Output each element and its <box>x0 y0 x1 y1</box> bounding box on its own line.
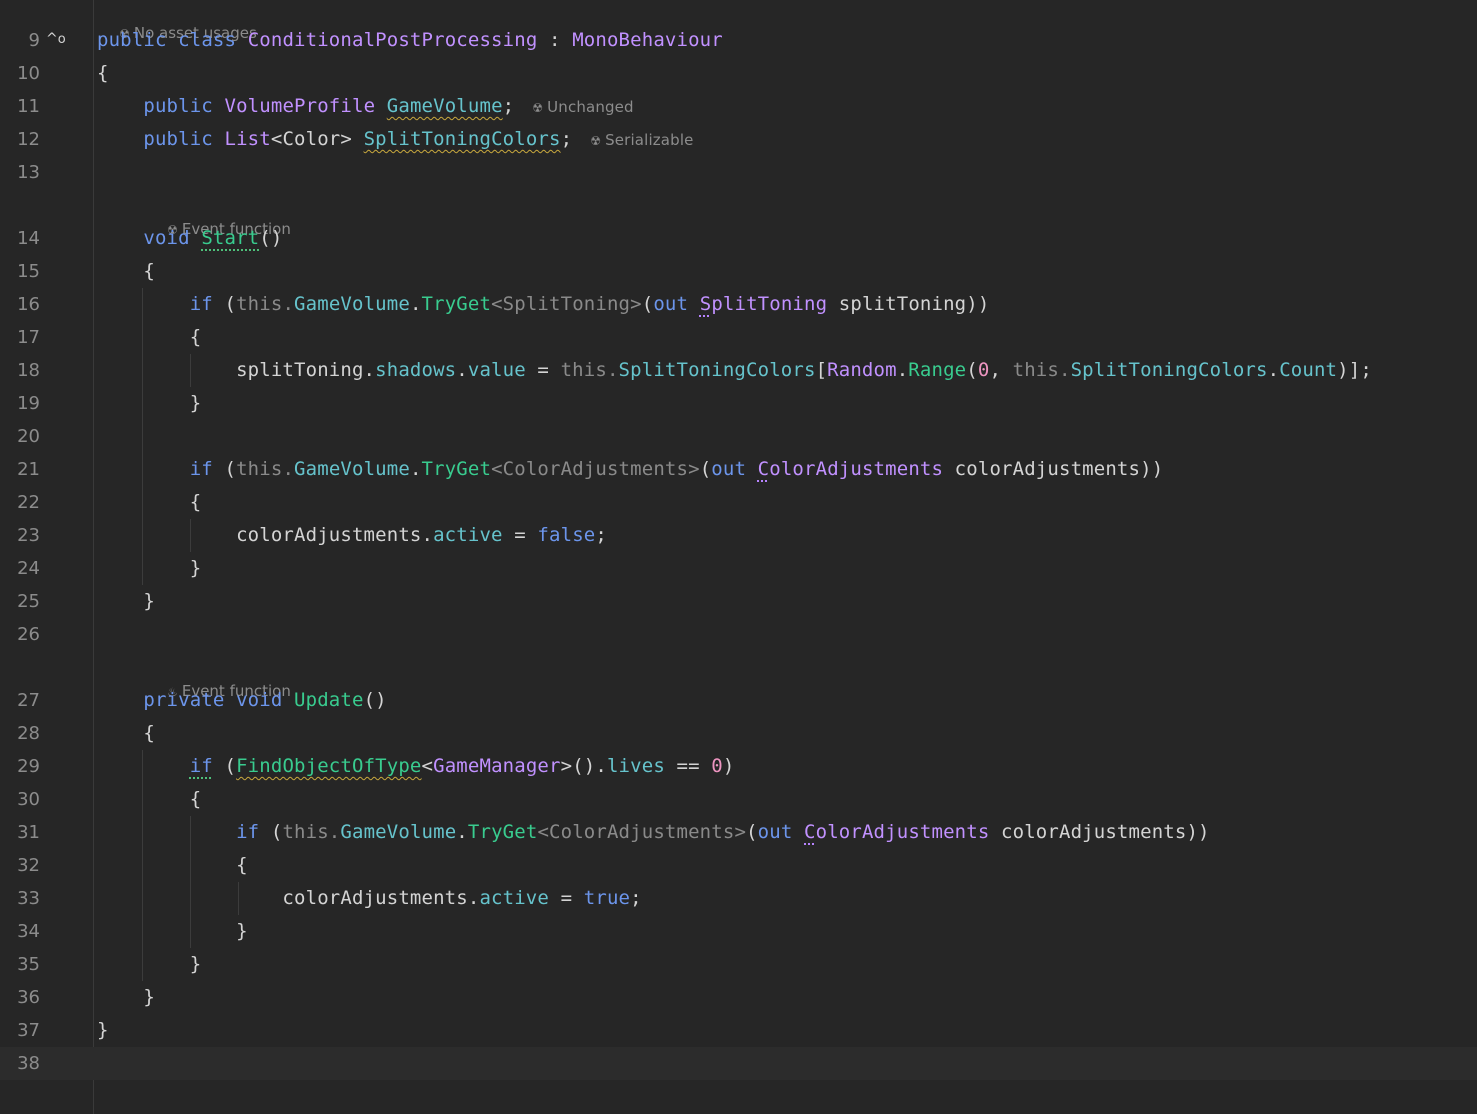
code-line[interactable]: 11 public VolumeProfile GameVolume; ☢ Unch… <box>0 90 1477 123</box>
code-line[interactable]: 29 if (FindObjectOfType<GameManager>().l… <box>0 750 1477 783</box>
line-number: 23 <box>17 525 40 546</box>
line-number: 10 <box>17 63 40 84</box>
line-number: 24 <box>17 558 40 579</box>
line-number: 31 <box>17 822 40 843</box>
code-line[interactable]: 33 colorAdjustments.active = true; <box>0 882 1477 915</box>
event-function-hint[interactable]: ♨ Event function <box>148 658 291 700</box>
code-text: if (this.GameVolume.TryGet<ColorAdjustme… <box>189 458 1164 480</box>
code-text: if (this.GameVolume.TryGet<ColorAdjustme… <box>236 821 1210 843</box>
code-line[interactable]: 30 { <box>0 783 1477 816</box>
line-number: 35 <box>17 954 40 975</box>
code-line[interactable]: 27 private void Update() <box>0 684 1477 717</box>
code-text: { <box>97 722 155 744</box>
line-number: 27 <box>17 690 40 711</box>
code-line[interactable]: 19 } <box>0 387 1477 420</box>
line-number: 38 <box>17 1053 40 1074</box>
line-number: 28 <box>17 723 40 744</box>
asset-usages-hint[interactable]: ☢ No asset usages <box>100 0 257 42</box>
code-line[interactable]: 21 if (this.GameVolume.TryGet<ColorAdjus… <box>0 453 1477 486</box>
line-number: 30 <box>17 789 40 810</box>
code-line[interactable]: 13 <box>0 156 1477 189</box>
line-number: 14 <box>17 228 40 249</box>
line-number: 34 <box>17 921 40 942</box>
unity-icon: ☢ <box>590 134 602 148</box>
code-text: } <box>97 590 155 612</box>
serializable-hint[interactable]: ☢ Serializable <box>590 131 693 149</box>
code-text: { <box>97 491 202 513</box>
line-number: 32 <box>17 855 40 876</box>
code-line-current[interactable]: 38 <box>0 1047 1477 1080</box>
code-line[interactable]: 10 { <box>0 57 1477 90</box>
code-text: public class ConditionalPostProcessing :… <box>97 29 723 51</box>
line-number: 13 <box>17 162 40 183</box>
code-text: } <box>97 392 202 414</box>
code-text: public VolumeProfile GameVolume; ☢ Unchang… <box>143 95 634 117</box>
code-line[interactable]: 36 } <box>0 981 1477 1014</box>
code-line[interactable]: 35 } <box>0 948 1477 981</box>
code-text: private void Update() <box>143 689 387 711</box>
code-line[interactable]: 28 { <box>0 717 1477 750</box>
code-text: } <box>97 953 202 975</box>
line-number: 17 <box>17 327 40 348</box>
unity-icon: ☢ <box>532 101 544 115</box>
code-line[interactable]: 24 } <box>0 552 1477 585</box>
code-text: { <box>97 326 202 348</box>
code-line[interactable]: 25 } <box>0 585 1477 618</box>
unchanged-hint[interactable]: ☢ Unchanged <box>532 98 633 116</box>
event-function-hint[interactable]: ☢ Event function <box>148 196 291 238</box>
line-number: 26 <box>17 624 40 645</box>
code-text: { <box>97 260 155 282</box>
code-text: } <box>97 557 202 579</box>
code-line[interactable]: 37 } <box>0 1014 1477 1047</box>
line-number: 29 <box>17 756 40 777</box>
code-line[interactable]: 9 public class ConditionalPostProcessing… <box>0 24 1477 57</box>
code-text: colorAdjustments.active = true; <box>97 887 642 909</box>
code-text: { <box>97 62 109 84</box>
line-number: 11 <box>17 96 40 117</box>
line-number: 12 <box>17 129 40 150</box>
line-number: 15 <box>17 261 40 282</box>
code-line[interactable]: 12 public List<Color> SplitToningColors;… <box>0 123 1477 156</box>
code-text: } <box>97 920 248 942</box>
code-text: colorAdjustments.active = false; <box>97 524 607 546</box>
line-number: 16 <box>17 294 40 315</box>
code-text: void Start() <box>143 227 283 249</box>
code-line[interactable]: 20 <box>0 420 1477 453</box>
code-text: if (FindObjectOfType<GameManager>().live… <box>189 755 735 777</box>
code-line[interactable]: 31 if (this.GameVolume.TryGet<ColorAdjus… <box>0 816 1477 849</box>
code-text: } <box>97 986 155 1008</box>
code-editor[interactable]: ☢ No asset usages ^o 9 public class Condi… <box>0 0 1477 1114</box>
code-text: { <box>97 788 202 810</box>
line-number: 25 <box>17 591 40 612</box>
line-number: 18 <box>17 360 40 381</box>
code-text: public List<Color> SplitToningColors; ☢ Se… <box>143 128 694 150</box>
code-line[interactable]: 22 { <box>0 486 1477 519</box>
code-line[interactable]: 16 if (this.GameVolume.TryGet<SplitTonin… <box>0 288 1477 321</box>
code-text: if (this.GameVolume.TryGet<SplitToning>(… <box>189 293 990 315</box>
code-line[interactable]: 32 { <box>0 849 1477 882</box>
code-line[interactable]: 23 colorAdjustments.active = false; <box>0 519 1477 552</box>
code-line[interactable]: 17 { <box>0 321 1477 354</box>
code-line[interactable]: 34 } <box>0 915 1477 948</box>
code-text: } <box>97 1019 109 1041</box>
line-number: 36 <box>17 987 40 1008</box>
line-number: 37 <box>17 1020 40 1041</box>
line-number: 22 <box>17 492 40 513</box>
code-line[interactable]: 26 <box>0 618 1477 651</box>
code-text: { <box>97 854 248 876</box>
code-line[interactable]: 15 { <box>0 255 1477 288</box>
code-text: splitToning.shadows.value = this.SplitTo… <box>97 359 1372 381</box>
line-number: 20 <box>17 426 40 447</box>
code-line[interactable]: 14 void Start() <box>0 222 1477 255</box>
line-number: 33 <box>17 888 40 909</box>
line-number: 19 <box>17 393 40 414</box>
line-number: 9 <box>28 30 40 51</box>
line-number: 21 <box>17 459 40 480</box>
code-line[interactable]: 18 splitToning.shadows.value = this.Spli… <box>0 354 1477 387</box>
